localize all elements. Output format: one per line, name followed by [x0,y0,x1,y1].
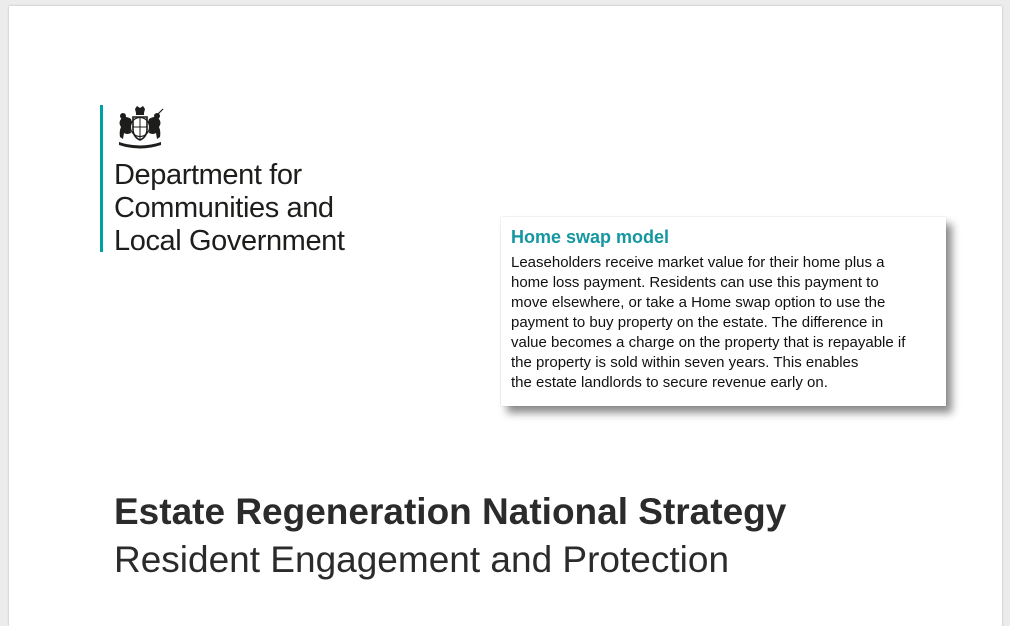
royal-crest-icon [119,106,164,149]
department-name-line: Communities and [114,192,334,224]
document-subtitle: Resident Engagement and Protection [114,539,730,580]
callout-title: Home swap model [511,227,670,247]
department-name-line: Department for [114,159,302,191]
callout-body-line: the property is sold within seven years.… [511,354,859,371]
home-swap-callout: Home swap model Leaseholders receive mar… [501,217,946,406]
callout-body-line: the estate landlords to secure revenue e… [511,374,828,391]
logo-accent-bar [100,105,103,252]
department-name: Department for Communities and Local Gov… [114,159,345,258]
department-name-line: Local Government [114,225,345,257]
callout-body-line: move elsewhere, or take a Home swap opti… [511,294,886,311]
callout-body-line: payment to buy property on the estate. T… [511,314,884,331]
department-logo: Department for Communities and Local Gov… [100,105,380,258]
document-title: Estate Regeneration National Strategy [114,491,787,532]
callout-body-line: Leaseholders receive market value for th… [511,254,885,271]
callout-body-line: value becomes a charge on the property t… [511,334,906,351]
document-page: Department for Communities and Local Gov… [9,6,1002,626]
callout-body-line: home loss payment. Residents can use thi… [511,274,879,291]
callout-body: Leaseholders receive market value for th… [511,253,936,393]
